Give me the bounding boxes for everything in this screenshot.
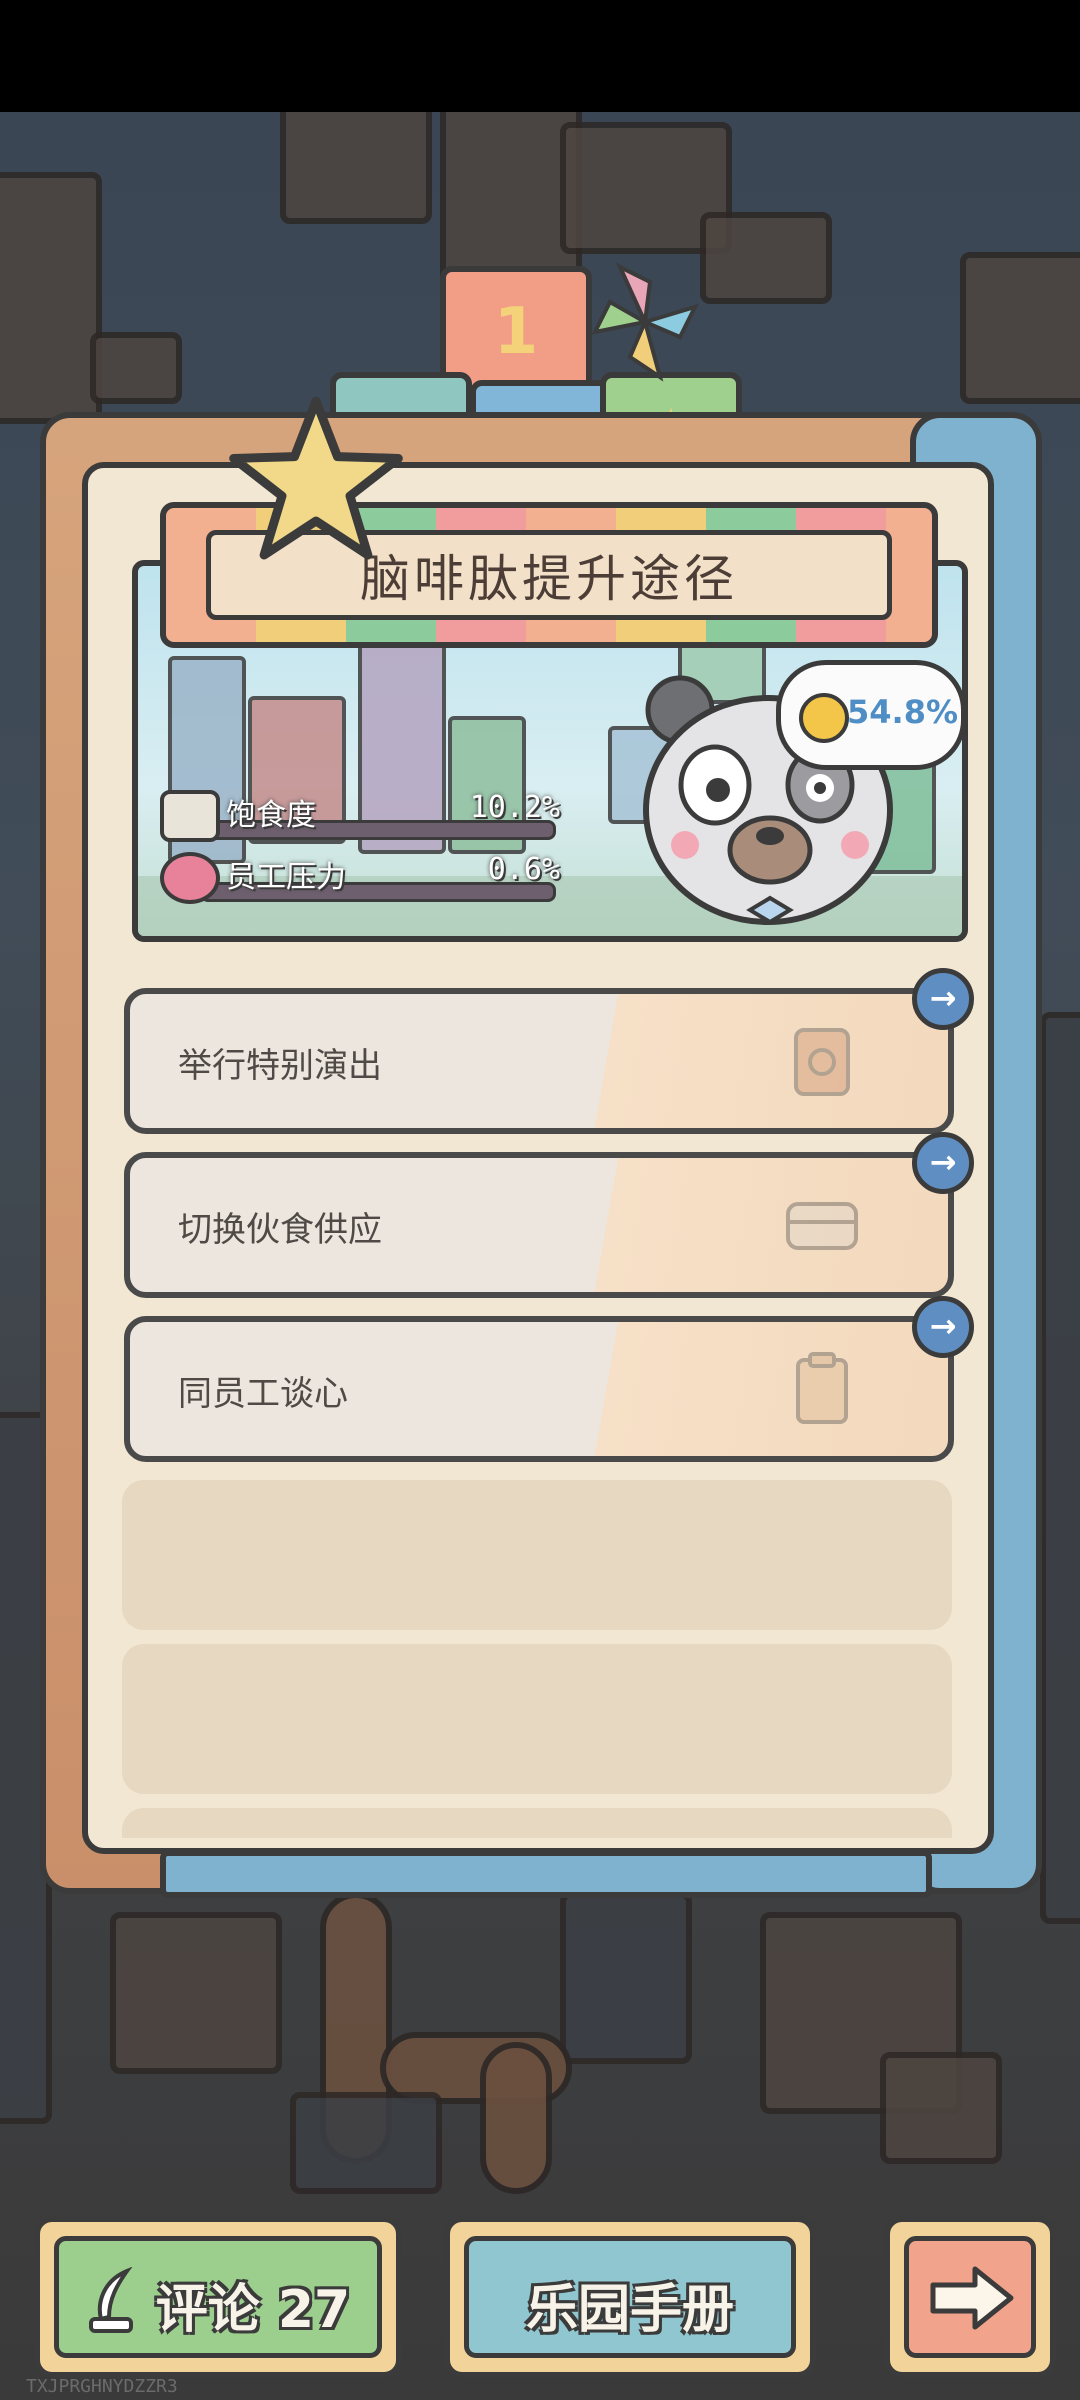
empty-slot: [122, 1644, 952, 1794]
empty-slot: [122, 1808, 952, 1838]
bg-crate: [880, 2052, 1002, 2164]
handbook-button-face: 乐园手册: [464, 2236, 796, 2358]
action-special-show-button[interactable]: 举行特别演出 →: [124, 968, 974, 1134]
arrow-right-icon: →: [912, 1132, 974, 1194]
comment-label-group: 评论 27: [129, 2267, 377, 2342]
stat-value: 0.6%: [487, 852, 560, 887]
comment-label: 评论: [155, 2280, 260, 2340]
bg-crate: [90, 332, 182, 404]
grin-face-icon: [799, 693, 849, 743]
brain-icon: [160, 852, 220, 904]
food-tray-icon: [160, 790, 220, 842]
lunchbox-icon: [786, 1202, 858, 1250]
status-bar: [0, 0, 1080, 112]
happiness-value: 54.8%: [847, 693, 959, 731]
comment-button-face: 评论 27: [54, 2236, 382, 2358]
stat-label: 饱食度: [226, 798, 316, 833]
park-handbook-button[interactable]: 乐园手册: [444, 2216, 816, 2378]
bg-crate: [110, 1912, 282, 2074]
bg-crate: [0, 172, 102, 424]
pinwheel-icon: [591, 262, 699, 382]
bg-crate: [960, 252, 1080, 404]
comment-count: 27: [277, 2280, 351, 2340]
arrow-right-icon: →: [912, 968, 974, 1030]
next-button[interactable]: [884, 2216, 1056, 2378]
stat-stress: 员工压力 0.6%: [160, 852, 560, 904]
watermark-text: TXJPRGHNYDZZR3: [26, 2376, 178, 2397]
clipboard-icon: [796, 1352, 848, 1424]
action-talk-staff-button[interactable]: 同员工谈心 →: [124, 1296, 974, 1462]
empty-slot: [122, 1480, 952, 1630]
toy-block-label: 1: [493, 295, 539, 369]
bg-pipe: [480, 2042, 552, 2194]
page-title: 脑啡肽提升途径: [360, 550, 738, 608]
stat-satiety: 饱食度 10.2%: [160, 790, 560, 842]
bg-pillar: [1040, 1012, 1080, 1924]
action-label: 举行特别演出: [178, 1046, 382, 1086]
arrow-right-icon: →: [912, 1296, 974, 1358]
bg-crate: [700, 212, 832, 304]
action-label: 切换伙食供应: [178, 1210, 382, 1250]
bg-crate: [280, 112, 432, 224]
star-icon: [229, 396, 403, 560]
bg-crate: [290, 2092, 442, 2194]
stage-book-icon: [794, 1028, 850, 1096]
bg-crate: [560, 1892, 692, 2064]
arrow-right-icon: [930, 2266, 1014, 2330]
comment-button[interactable]: 评论 27: [34, 2216, 402, 2378]
stat-value: 10.2%: [469, 790, 560, 825]
stat-label: 员工压力: [226, 860, 346, 895]
panel-bottom-strip: [160, 1850, 932, 1898]
happiness-bubble: 54.8%: [776, 660, 966, 770]
action-label: 同员工谈心: [178, 1374, 348, 1414]
handbook-label: 乐园手册: [525, 2280, 734, 2340]
next-button-face: [904, 2236, 1036, 2358]
action-switch-meals-button[interactable]: 切换伙食供应 →: [124, 1132, 974, 1298]
